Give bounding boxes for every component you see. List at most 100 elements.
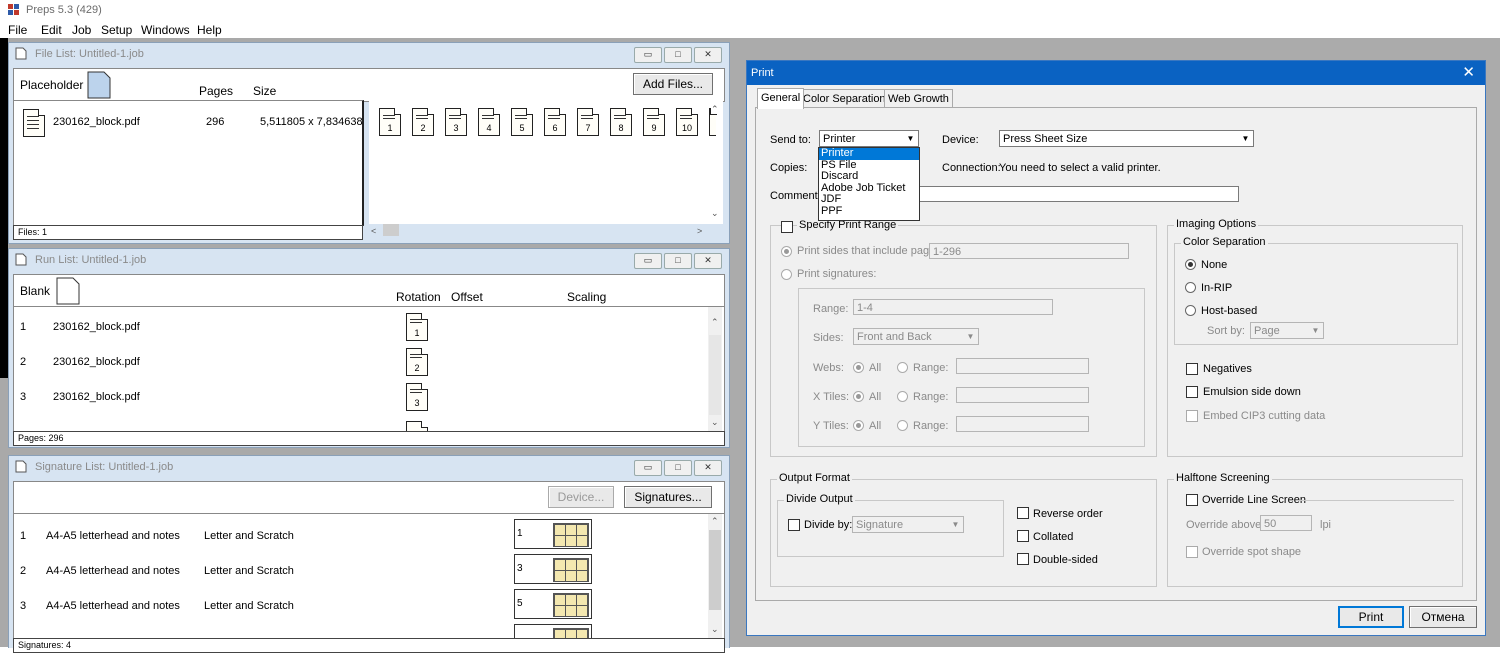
maximize-button[interactable]: □ xyxy=(664,47,692,63)
row-file-name: 230162_block.pdf xyxy=(53,321,140,333)
halftone-screening-group: Halftone Screening Override Line Screen … xyxy=(1167,472,1463,587)
tab-general[interactable]: General xyxy=(757,88,805,109)
scroll-down-icon[interactable]: ⌄ xyxy=(711,417,719,428)
host-based-radio[interactable] xyxy=(1185,305,1196,316)
send-to-select[interactable]: Printer ▼ xyxy=(819,130,919,147)
menu-windows[interactable]: Windows xyxy=(141,23,190,37)
signatures-button[interactable]: Signatures... xyxy=(624,486,712,508)
send-to-option[interactable]: PPF xyxy=(819,205,919,218)
preps-logo-icon xyxy=(8,4,20,15)
table-row[interactable]: 2 A4-A5 letterhead and notes Letter and Sc… xyxy=(14,553,704,585)
scroll-thumb[interactable] xyxy=(709,335,721,415)
page-thumbnail[interactable]: 1 xyxy=(379,108,401,136)
minimize-button[interactable]: ▭ xyxy=(634,253,662,269)
scroll-down-icon[interactable]: ⌄ xyxy=(711,624,719,635)
double-sided-checkbox[interactable] xyxy=(1017,553,1029,565)
scroll-thumb[interactable] xyxy=(709,530,721,610)
page-thumbnail[interactable]: 7 xyxy=(577,108,599,136)
scroll-down-icon[interactable]: ⌄ xyxy=(711,208,719,219)
collated-checkbox[interactable] xyxy=(1017,530,1029,542)
close-icon[interactable]: ✕ xyxy=(1462,63,1475,81)
scroll-left-icon[interactable]: < xyxy=(371,226,376,236)
ytiles-range-radio[interactable] xyxy=(897,420,908,431)
menu-setup[interactable]: Setup xyxy=(101,23,132,37)
scroll-up-icon[interactable]: ⌃ xyxy=(711,516,719,527)
override-above-field[interactable]: 50 xyxy=(1260,515,1312,531)
sides-select[interactable]: Front and Back ▼ xyxy=(853,328,979,345)
table-row[interactable]: 3 230162_block.pdf 3 xyxy=(14,383,704,419)
add-files-button[interactable]: Add Files... xyxy=(633,73,713,95)
divide-by-checkbox[interactable] xyxy=(788,519,800,531)
scroll-up-icon[interactable]: ⌃ xyxy=(711,317,719,328)
minimize-button[interactable]: ▭ xyxy=(634,460,662,476)
xtiles-all-radio[interactable] xyxy=(853,391,864,402)
menu-job[interactable]: Job xyxy=(72,23,91,37)
vertical-scrollbar[interactable]: ⌃ ⌄ xyxy=(708,514,722,638)
embed-cip3-checkbox[interactable] xyxy=(1186,410,1198,422)
in-rip-radio[interactable] xyxy=(1185,282,1196,293)
device-select[interactable]: Press Sheet Size ▼ xyxy=(999,130,1254,147)
send-to-option[interactable]: JDF xyxy=(819,194,919,206)
webs-all-radio[interactable] xyxy=(853,362,864,373)
maximize-button[interactable]: □ xyxy=(664,460,692,476)
horizontal-scroll-thumb[interactable] xyxy=(383,224,399,236)
print-range-group: Specify Print Range Print sides that inc… xyxy=(770,219,1157,457)
page-thumbnail[interactable]: 2 xyxy=(412,108,434,136)
print-sides-radio[interactable] xyxy=(781,246,792,257)
webs-range-radio[interactable] xyxy=(897,362,908,373)
maximize-button[interactable]: □ xyxy=(664,253,692,269)
xtiles-range-label: Range: xyxy=(913,391,949,403)
override-line-screen-checkbox[interactable] xyxy=(1186,494,1198,506)
divide-by-select[interactable]: Signature ▼ xyxy=(852,516,964,533)
emulsion-checkbox[interactable] xyxy=(1186,386,1198,398)
menu-file[interactable]: File xyxy=(8,23,27,37)
send-to-option[interactable]: Printer xyxy=(819,148,919,160)
signature-list-header: Device... Signatures... xyxy=(13,481,725,515)
close-button[interactable]: ✕ xyxy=(694,47,722,63)
print-sides-field[interactable]: 1-296 xyxy=(929,243,1129,259)
ytiles-all-radio[interactable] xyxy=(853,420,864,431)
col-rotation: Rotation xyxy=(396,290,441,304)
none-radio[interactable] xyxy=(1185,259,1196,270)
specify-print-range-checkbox[interactable] xyxy=(781,221,793,233)
page-thumbnail[interactable]: 8 xyxy=(610,108,632,136)
xtiles-range-field[interactable] xyxy=(956,387,1089,403)
page-thumbnail[interactable]: 5 xyxy=(511,108,533,136)
range-field[interactable]: 1-4 xyxy=(853,299,1053,315)
table-row[interactable]: 1 230162_block.pdf 1 xyxy=(14,313,704,349)
page-thumbnail[interactable]: 9 xyxy=(643,108,665,136)
table-row[interactable]: 1 A4-A5 letterhead and notes Letter and Sc… xyxy=(14,518,704,550)
device-button[interactable]: Device... xyxy=(548,486,614,508)
tab-color-separations[interactable]: Color Separations xyxy=(799,89,896,108)
table-row[interactable]: 3 A4-A5 letterhead and notes Letter and Sc… xyxy=(14,588,704,620)
negatives-checkbox[interactable] xyxy=(1186,363,1198,375)
ytiles-range-field[interactable] xyxy=(956,416,1089,432)
override-spot-shape-checkbox[interactable] xyxy=(1186,546,1198,558)
minimize-button[interactable]: ▭ xyxy=(634,47,662,63)
close-button[interactable]: ✕ xyxy=(694,253,722,269)
reverse-order-checkbox[interactable] xyxy=(1017,507,1029,519)
scroll-up-icon[interactable]: ⌃ xyxy=(711,104,719,115)
close-button[interactable]: ✕ xyxy=(694,460,722,476)
cancel-button[interactable]: Отмена xyxy=(1409,606,1477,628)
page-thumbnail[interactable]: 6 xyxy=(544,108,566,136)
menu-help[interactable]: Help xyxy=(197,23,222,37)
stock-name: Letter and Scratch xyxy=(204,530,294,542)
file-name[interactable]: 230162_block.pdf xyxy=(53,116,140,128)
xtiles-range-radio[interactable] xyxy=(897,391,908,402)
send-to-option[interactable]: Discard xyxy=(819,171,919,183)
vertical-scrollbar[interactable]: ⌃ ⌄ xyxy=(708,307,722,431)
window-title: Run List: Untitled-1.job xyxy=(35,254,147,266)
page-thumbnail[interactable]: 10 xyxy=(676,108,698,136)
print-signatures-radio[interactable] xyxy=(781,269,792,280)
sort-by-select[interactable]: Page ▼ xyxy=(1250,322,1324,339)
print-button[interactable]: Print xyxy=(1338,606,1404,628)
page-thumbnail[interactable]: 3 xyxy=(445,108,467,136)
stock-name: Letter and Scratch xyxy=(204,565,294,577)
webs-range-field[interactable] xyxy=(956,358,1089,374)
menu-edit[interactable]: Edit xyxy=(41,23,62,37)
tab-web-growth[interactable]: Web Growth xyxy=(884,89,953,108)
scroll-right-icon[interactable]: > xyxy=(697,226,702,236)
table-row[interactable]: 2 230162_block.pdf 2 xyxy=(14,348,704,384)
page-thumbnail[interactable]: 4 xyxy=(478,108,500,136)
